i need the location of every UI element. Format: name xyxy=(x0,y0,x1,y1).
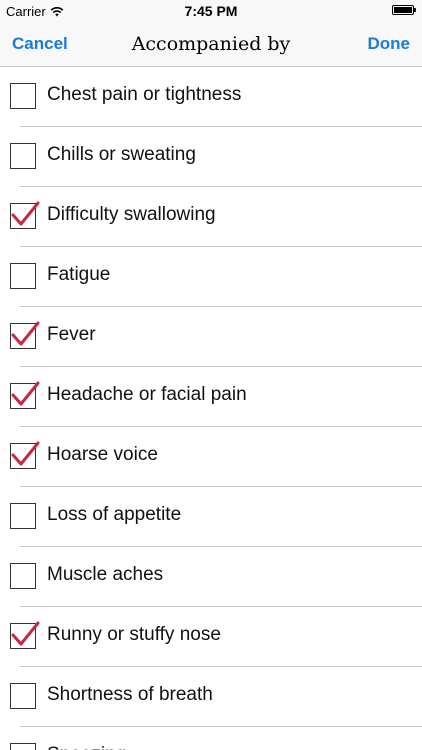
checkbox[interactable] xyxy=(10,263,36,289)
symptom-label: Chills or sweating xyxy=(47,144,196,165)
symptom-row[interactable]: Loss of appetite xyxy=(0,487,422,547)
checkbox[interactable] xyxy=(10,201,40,229)
symptom-label: Chest pain or tightness xyxy=(47,84,242,105)
checkbox[interactable] xyxy=(10,143,36,169)
symptom-row[interactable]: Sneezing xyxy=(0,727,422,750)
symptom-list: Chest pain or tightness Chills or sweatin… xyxy=(0,67,422,750)
symptom-row[interactable]: Hoarse voice xyxy=(0,427,422,487)
symptom-row[interactable]: Fatigue xyxy=(0,247,422,307)
checkbox[interactable] xyxy=(10,321,40,349)
symptom-row[interactable]: Fever xyxy=(0,307,422,367)
screen: Carrier 7:45 PM Cancel Accompanied by Do… xyxy=(0,0,422,750)
checkmark-icon xyxy=(11,201,40,226)
symptom-label: Sneezing xyxy=(47,744,126,750)
nav-bar: Cancel Accompanied by Done xyxy=(0,22,422,67)
status-bar: Carrier 7:45 PM xyxy=(0,0,422,22)
battery-fill xyxy=(394,7,412,13)
symptom-row[interactable]: Shortness of breath xyxy=(0,667,422,727)
symptom-row[interactable]: Difficulty swallowing xyxy=(0,187,422,247)
symptom-label: Muscle aches xyxy=(47,564,164,585)
checkbox[interactable] xyxy=(10,381,40,409)
symptom-row[interactable]: Muscle aches xyxy=(0,547,422,607)
symptom-label: Difficulty swallowing xyxy=(47,204,216,225)
checkmark-icon xyxy=(11,621,40,646)
done-button[interactable]: Done xyxy=(368,34,411,54)
symptom-row[interactable]: Chest pain or tightness xyxy=(0,67,422,127)
symptom-row[interactable]: Headache or facial pain xyxy=(0,367,422,427)
symptom-label: Fatigue xyxy=(47,264,111,285)
checkbox[interactable] xyxy=(10,441,40,469)
checkmark-icon xyxy=(11,441,40,466)
status-time: 7:45 PM xyxy=(184,3,238,19)
symptom-row[interactable]: Runny or stuffy nose xyxy=(0,607,422,667)
checkbox[interactable] xyxy=(10,563,36,589)
checkbox[interactable] xyxy=(10,83,36,109)
symptom-label: Shortness of breath xyxy=(47,684,213,705)
checkbox[interactable] xyxy=(10,743,36,750)
checkbox[interactable] xyxy=(10,621,40,649)
battery-icon xyxy=(392,5,416,15)
checkbox[interactable] xyxy=(10,503,36,529)
symptom-label: Fever xyxy=(47,324,96,345)
symptom-label: Hoarse voice xyxy=(47,444,158,465)
checkbox[interactable] xyxy=(10,683,36,709)
checkmark-icon xyxy=(11,381,40,406)
symptom-label: Loss of appetite xyxy=(47,504,182,525)
symptom-row[interactable]: Chills or sweating xyxy=(0,127,422,187)
page-title: Accompanied by xyxy=(131,33,291,55)
symptom-label: Runny or stuffy nose xyxy=(47,624,221,645)
symptom-label: Headache or facial pain xyxy=(47,384,247,405)
checkmark-icon xyxy=(11,321,40,346)
